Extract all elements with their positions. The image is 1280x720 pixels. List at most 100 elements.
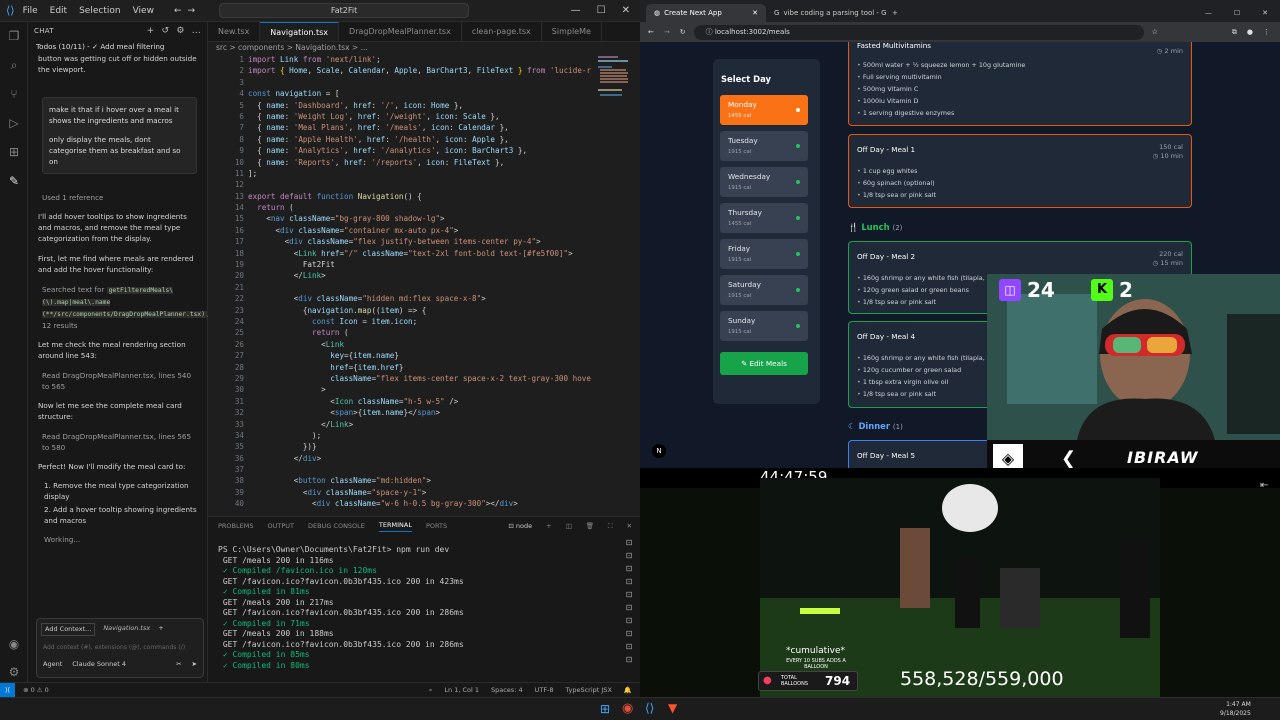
source-control-icon[interactable]: ⑂	[0, 80, 28, 109]
tab-ports[interactable]: PORTS	[426, 522, 447, 530]
browser-tab[interactable]: Gvibe coding a parsing tool - Go✕	[766, 4, 886, 22]
tab-problems[interactable]: PROBLEMS	[218, 522, 253, 530]
read-result[interactable]: Read DragDropMealPlanner.tsx, lines 540 …	[28, 370, 207, 392]
send-icon[interactable]: ➤	[192, 659, 197, 670]
terminal-instance-icon[interactable]: ⊡	[620, 616, 638, 629]
code-content[interactable]: import Link from 'next/link'; import { H…	[248, 54, 591, 512]
day-wednesday[interactable]: Wednesday 1915 cal	[720, 167, 808, 197]
mode-select[interactable]: Agent	[43, 659, 62, 670]
day-sunday[interactable]: Sunday 1915 cal	[720, 311, 808, 341]
tab-dragdrop[interactable]: DragDropMealPlanner.tsx	[339, 22, 462, 41]
minimize-icon[interactable]: —	[571, 5, 581, 16]
address-bar[interactable]: ⓘ localhost:3002/meals	[693, 24, 1144, 40]
notifications-icon[interactable]: 🔔	[624, 686, 632, 694]
terminal-instance-icon[interactable]: ⊡	[620, 564, 638, 577]
day-thursday[interactable]: Thursday 1455 cal	[720, 203, 808, 233]
extensions-icon[interactable]: ⊞	[0, 138, 28, 167]
more-icon[interactable]: …	[192, 26, 201, 37]
trash-icon[interactable]: 🗑	[586, 522, 594, 530]
maximize-panel-icon[interactable]: ⛶	[608, 522, 613, 531]
terminal-instance-icon[interactable]: ⊡	[620, 577, 638, 590]
day-friday[interactable]: Friday 1915 cal	[720, 239, 808, 269]
collapse-icon[interactable]: ⇤	[1260, 480, 1268, 491]
context-file-chip[interactable]: Navigation.tsx	[103, 623, 150, 636]
terminal-instance-icon[interactable]: ⊡	[620, 642, 638, 655]
chat-icon[interactable]: ✎	[0, 167, 28, 196]
new-terminal-icon[interactable]: +	[546, 522, 551, 530]
terminal-instance-icon[interactable]: ⊡	[620, 538, 638, 551]
edit-meals-button[interactable]: ✎ Edit Meals	[720, 352, 808, 375]
profile-icon[interactable]: ●	[1247, 28, 1253, 37]
explorer-icon[interactable]: ❐	[0, 22, 28, 51]
maximize-icon[interactable]: ☐	[1234, 4, 1240, 22]
maximize-icon[interactable]: ☐	[597, 5, 606, 16]
used-reference[interactable]: Used 1 reference	[28, 192, 207, 203]
remote-icon[interactable]: ⟩⟨	[0, 682, 16, 698]
encoding[interactable]: UTF-8	[535, 686, 554, 694]
nextjs-dev-indicator-icon[interactable]: N	[652, 444, 666, 458]
minimap[interactable]	[596, 54, 632, 114]
tab-clean-page[interactable]: clean-page.tsx	[462, 22, 542, 41]
code-editor[interactable]: 1 2 3 4 5 6 7 8 9 10 11 12 13 14 15 16 17 18 19 20 21 22 23 24 2…	[208, 54, 640, 512]
settings-icon[interactable]: ⚙	[176, 26, 184, 37]
todos-summary[interactable]: Todos (10/11) - ✓ Add meal filtering	[28, 40, 207, 53]
forward-icon[interactable]: →	[664, 28, 670, 36]
chat-input[interactable]: Add Context... Navigation.tsx + Add cont…	[36, 618, 204, 678]
terminal-instance-icon[interactable]: ⊡	[620, 603, 638, 616]
day-saturday[interactable]: Saturday 1915 cal	[720, 275, 808, 305]
browser-tab-active[interactable]: ◍ Create Next App ✕	[646, 4, 766, 22]
language-mode[interactable]: TypeScript JSX	[566, 686, 612, 694]
close-icon[interactable]: ✕	[1262, 4, 1268, 22]
add-icon[interactable]: +	[158, 623, 163, 636]
add-context-button[interactable]: Add Context...	[41, 623, 96, 636]
menu-edit[interactable]: Edit	[50, 6, 67, 16]
cursor-position[interactable]: Ln 1, Col 1	[444, 686, 479, 694]
minimize-icon[interactable]: —	[1205, 4, 1212, 22]
search-icon[interactable]: ⌕	[0, 51, 28, 80]
tab-output[interactable]: OUTPUT	[267, 522, 294, 530]
brave-icon[interactable]: ▼	[668, 701, 677, 715]
menu-selection[interactable]: Selection	[79, 6, 120, 16]
split-terminal-icon[interactable]: ◫	[566, 522, 572, 530]
terminal-shell-label[interactable]: ⊡ node	[508, 522, 532, 530]
system-clock[interactable]: 1:47 AM 9/18/2025	[1220, 700, 1251, 718]
tools-icon[interactable]: ✂	[176, 659, 181, 670]
terminal-instance-icon[interactable]: ⊡	[620, 590, 638, 603]
back-arrow-icon[interactable]: ←	[174, 6, 182, 16]
tab-navigation[interactable]: Navigation.tsx	[260, 22, 340, 41]
tab-new[interactable]: New.tsx	[208, 22, 261, 41]
windows-start-icon[interactable]: ⊞	[600, 702, 610, 716]
menu-icon[interactable]: ⋮	[1263, 28, 1270, 37]
close-panel-icon[interactable]: ✕	[627, 522, 632, 530]
reload-icon[interactable]: ↻	[680, 28, 686, 36]
meal-card-fasted[interactable]: Fasted Multivitamins ◷ 2 min 500ml water…	[848, 42, 1192, 126]
account-icon[interactable]: ◉	[0, 630, 28, 659]
vscode-taskbar-icon[interactable]: ⟨⟩	[645, 701, 654, 715]
read-result[interactable]: Read DragDropMealPlanner.tsx, lines 565 …	[28, 431, 207, 453]
search-result[interactable]: Searched text for getFilteredMeals\(\).m…	[28, 284, 209, 331]
terminal-instance-icon[interactable]: ⊡	[620, 629, 638, 642]
tab-simpleme[interactable]: SimpleMe	[542, 22, 602, 41]
terminal-instance-icon[interactable]: ⊡	[620, 655, 638, 668]
zoom-icon[interactable]: ⌕	[429, 686, 433, 695]
extensions-icon[interactable]: ⧉	[1232, 28, 1237, 37]
site-info-icon[interactable]: ⓘ	[706, 28, 715, 36]
terminal-output[interactable]: PS C:\Users\Owner\Documents\Fat2Fit> npm…	[208, 535, 640, 670]
terminal-instance-icon[interactable]: ⊡	[620, 551, 638, 564]
day-tuesday[interactable]: Tuesday 1915 cal	[720, 131, 808, 161]
new-tab-icon[interactable]: +	[886, 4, 904, 22]
tab-debug-console[interactable]: DEBUG CONSOLE	[308, 522, 365, 530]
bookmark-star-icon[interactable]: ☆	[1152, 28, 1158, 36]
breadcrumb[interactable]: src > components > Navigation.tsx > ...	[208, 42, 640, 54]
close-tab-icon[interactable]: ✕	[752, 4, 758, 22]
forward-arrow-icon[interactable]: →	[187, 6, 195, 16]
chat-input-placeholder[interactable]: Add context (#), extensions (@), command…	[37, 640, 203, 655]
indentation[interactable]: Spaces: 4	[491, 686, 523, 694]
new-chat-icon[interactable]: +	[147, 26, 155, 37]
problems-count[interactable]: ⊗ 0 ⚠ 0	[23, 686, 49, 694]
meal-card[interactable]: Off Day - Meal 1 150 cal◷ 10 min 1 cup e…	[848, 134, 1192, 208]
back-icon[interactable]: ←	[648, 28, 654, 36]
model-select[interactable]: Claude Sonnet 4	[72, 659, 126, 670]
command-center[interactable]: Fat2Fit	[219, 3, 470, 18]
history-icon[interactable]: ↺	[161, 26, 169, 37]
